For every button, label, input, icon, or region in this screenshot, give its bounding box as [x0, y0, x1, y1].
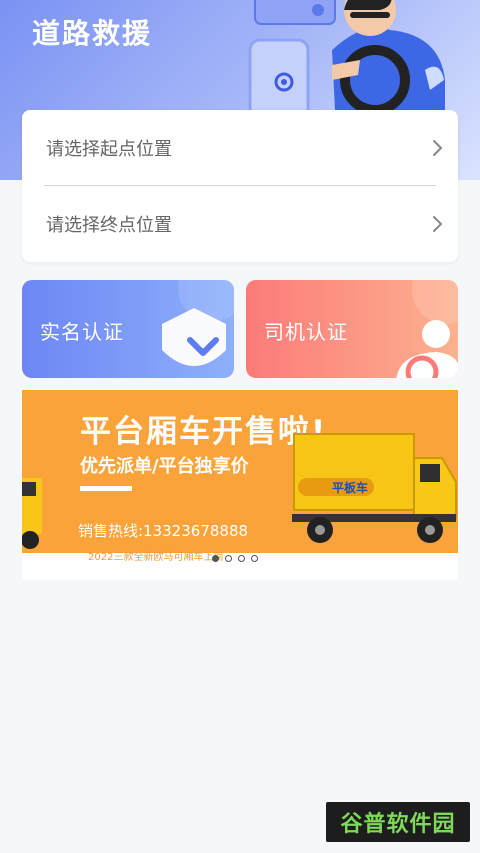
banner-hotline: 销售热线:13323678888 — [78, 522, 249, 540]
box-truck-image: 平板车 — [292, 433, 457, 543]
check-v-icon — [187, 337, 219, 356]
driver-auth-label: 司机认证 — [264, 320, 348, 344]
banner-underline — [80, 486, 132, 491]
banner-subline: 优先派单/平台独享价 — [80, 456, 249, 477]
end-location-label: 请选择终点位置 — [46, 215, 172, 236]
start-location-label: 请选择起点位置 — [46, 139, 172, 160]
banner-footnote: 2022三款全新欧马可厢车上简 — [88, 552, 224, 563]
real-name-auth-label: 实名认证 — [40, 320, 124, 344]
start-location-selector[interactable]: 请选择起点位置 — [22, 110, 458, 186]
promo-banner[interactable]: 平台厢车开售啦! 优先派单/平台独享价 销售热线:13323678888 平板车… — [22, 390, 458, 580]
carousel-indicator[interactable] — [212, 555, 258, 562]
chevron-right-icon — [418, 204, 458, 244]
carousel-dot[interactable] — [225, 555, 232, 562]
chevron-right-icon — [418, 128, 458, 168]
banner-headline: 平台厢车开售啦! — [80, 414, 328, 450]
watermark-logo: 谷普软件园 — [326, 802, 470, 842]
page-title: 道路救援 — [32, 17, 153, 50]
route-card: 请选择起点位置 请选择终点位置 — [22, 110, 458, 262]
truck-edge-image — [22, 478, 42, 549]
real-name-auth-button[interactable]: 实名认证 — [22, 280, 234, 378]
watermark-text: 谷普软件园 — [340, 812, 456, 837]
truck-side-text: 平板车 — [332, 480, 368, 495]
carousel-dot[interactable] — [238, 555, 245, 562]
driver-auth-button[interactable]: 司机认证 — [246, 280, 458, 378]
end-location-selector[interactable]: 请选择终点位置 — [22, 186, 458, 262]
carousel-dot[interactable] — [212, 555, 219, 562]
carousel-dot[interactable] — [251, 555, 258, 562]
